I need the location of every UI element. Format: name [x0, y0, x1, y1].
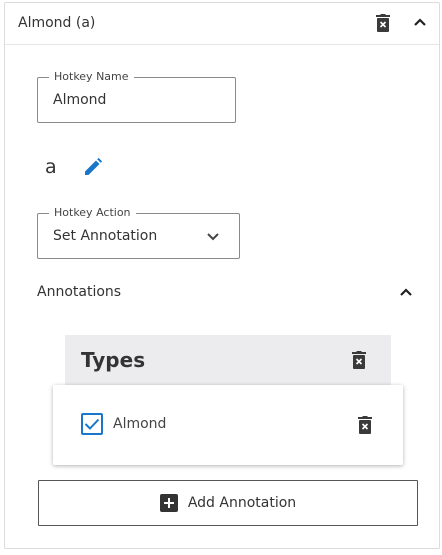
hotkey-action-value: Set Annotation — [53, 228, 158, 244]
list-item: Almond — [53, 385, 403, 465]
add-annotation-button[interactable]: Add Annotation — [38, 480, 418, 526]
chevron-up-icon — [400, 288, 412, 296]
collapse-annotations-button[interactable] — [399, 287, 413, 297]
hotkey-action-label: Hotkey Action — [49, 206, 136, 219]
hotkey-key: a — [45, 156, 57, 178]
chevron-down-icon — [206, 232, 220, 242]
trash-icon — [376, 14, 390, 32]
trash-icon — [358, 416, 372, 434]
annotations-section-label: Annotations — [37, 284, 122, 300]
hotkey-title: Almond (a) — [18, 15, 96, 31]
trash-icon — [352, 351, 366, 369]
hotkey-name-label: Hotkey Name — [49, 70, 134, 83]
edit-key-button[interactable] — [83, 157, 103, 177]
hotkey-panel-header[interactable]: Almond (a) — [5, 3, 439, 45]
hotkey-name-input[interactable]: Almond — [53, 92, 106, 108]
type-label: Almond — [113, 416, 167, 432]
plus-box-icon — [159, 494, 178, 512]
collapse-hotkey-button[interactable] — [413, 17, 427, 27]
hotkey-panel: Almond (a) Hotkey Name Almond a Hotkey A… — [4, 2, 440, 549]
chevron-up-icon — [414, 18, 426, 26]
add-annotation-label: Add Annotation — [187, 495, 297, 511]
check-icon — [84, 418, 100, 430]
hotkey-action-select[interactable]: Hotkey Action Set Annotation — [37, 206, 240, 259]
hotkey-name-field[interactable]: Hotkey Name Almond — [37, 70, 236, 123]
type-checkbox[interactable] — [81, 413, 103, 435]
delete-type-button[interactable] — [358, 416, 372, 434]
pencil-icon — [85, 157, 103, 175]
delete-hotkey-button[interactable] — [376, 14, 390, 32]
delete-types-group-button[interactable] — [352, 351, 366, 369]
types-group-title: Types — [81, 348, 146, 372]
types-group-header: Types — [65, 335, 391, 387]
